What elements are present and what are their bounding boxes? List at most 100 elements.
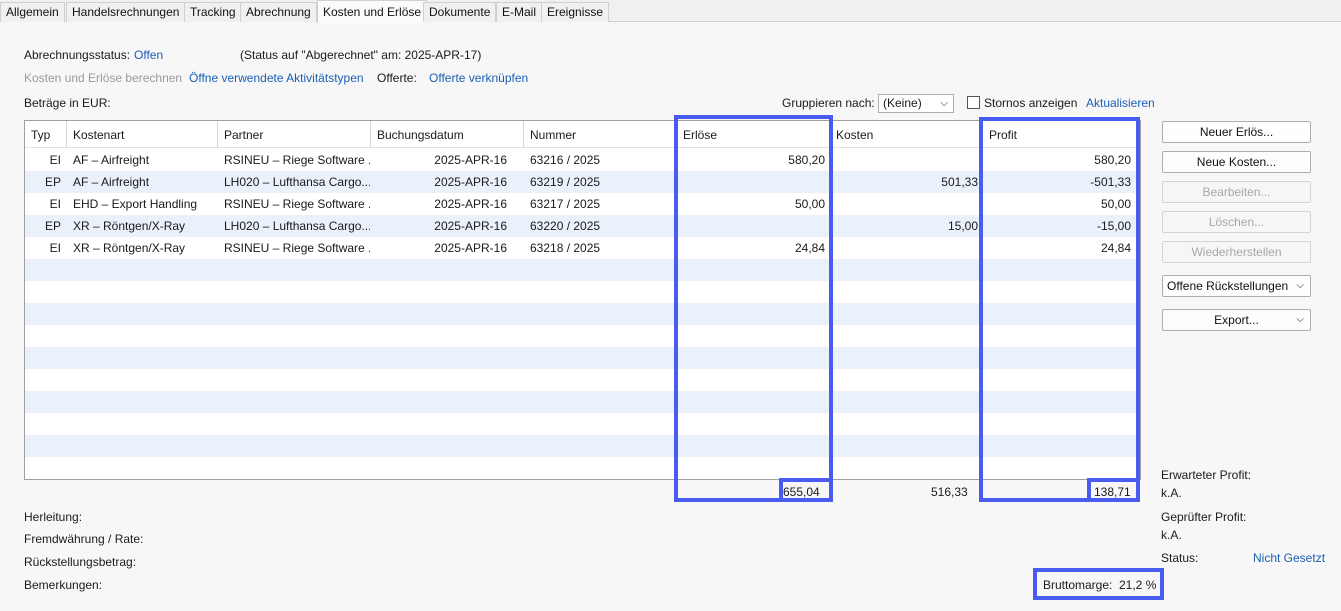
cell-partner: LH020 – Lufthansa Cargo...	[224, 219, 370, 233]
cell-kosten: 15,00	[947, 219, 978, 233]
cell-typ: EP	[44, 175, 61, 189]
tab-ereignisse[interactable]: Ereignisse	[541, 2, 610, 22]
cell-profit: 580,20	[1094, 153, 1131, 167]
profit-status-label: Status:	[1161, 551, 1199, 565]
expected-profit-label: Erwarteter Profit:	[1161, 468, 1252, 482]
col-typ[interactable]: Typ	[25, 121, 67, 148]
chevron-down-icon: ⌵	[940, 98, 948, 109]
cell-kostenart: AF – Airfreight	[73, 153, 150, 167]
table-row	[25, 435, 1140, 457]
cell-typ: EI	[49, 197, 61, 211]
checked-profit-value: k.A.	[1161, 528, 1182, 542]
cell-partner: RSINEU – Riege Software ...	[224, 197, 370, 211]
herleitung-label: Herleitung:	[24, 510, 83, 524]
cell-typ: EI	[49, 153, 61, 167]
status-note: (Status auf "Abgerechnet" am: 2025-APR-1…	[240, 48, 482, 62]
cell-kostenart: EHD – Export Handling	[73, 197, 198, 211]
cell-erloese: 24,84	[794, 241, 825, 255]
cell-typ: EP	[44, 219, 61, 233]
col-nummer[interactable]: Nummer	[524, 121, 677, 148]
costs-revenue-table[interactable]: Typ Kostenart Partner Buchungsdatum Numm…	[24, 120, 1141, 480]
delete-button[interactable]: Löschen...	[1162, 211, 1311, 233]
cell-nummer: 63217 / 2025	[530, 197, 601, 211]
cell-kosten	[830, 149, 978, 171]
link-offer-link[interactable]: Offerte verknüpfen	[429, 71, 528, 85]
col-kosten[interactable]: Kosten	[830, 121, 983, 148]
tab-dokumente[interactable]: Dokumente	[423, 2, 497, 22]
activity-types-link[interactable]: Öffne verwendete Aktivitätstypen	[189, 71, 364, 85]
tab-tracking[interactable]: Tracking	[184, 2, 242, 22]
tab-kosten-und-erloese[interactable]: Kosten und Erlöse	[317, 0, 428, 23]
cell-nummer: 63218 / 2025	[530, 241, 601, 255]
tab-bar: Allgemein Handelsrechnungen Tracking Abr…	[0, 0, 1341, 23]
cell-partner: RSINEU – Riege Software ...	[224, 241, 370, 255]
table-row	[25, 325, 1140, 347]
table-row[interactable]: EP AF – Airfreight LH020 – Lufthansa Cargo…	[25, 171, 1140, 193]
table-row	[25, 369, 1140, 391]
cell-kosten	[830, 237, 978, 259]
total-kosten: 516,33	[931, 485, 968, 499]
table-header: Typ Kostenart Partner Buchungsdatum Numm…	[25, 121, 1140, 148]
cell-datum: 2025-APR-16	[434, 219, 507, 233]
export-label: Export...	[1214, 313, 1259, 327]
cell-typ: EI	[49, 241, 61, 255]
storno-label: Stornos anzeigen	[984, 96, 1078, 110]
table-row[interactable]: EI AF – Airfreight RSINEU – Riege Software…	[25, 149, 1140, 171]
status-value-link[interactable]: Offen	[134, 48, 163, 62]
cell-profit: -15,00	[1096, 219, 1131, 233]
table-row[interactable]: EI XR – Röntgen/X-Ray RSINEU – Riege Softw…	[25, 237, 1140, 259]
profit-status-link[interactable]: Nicht Gesetzt	[1253, 551, 1325, 565]
cell-kostenart: AF – Airfreight	[73, 175, 150, 189]
cell-kostenart: XR – Röntgen/X-Ray	[73, 241, 186, 255]
cell-kostenart: XR – Röntgen/X-Ray	[73, 219, 186, 233]
cell-erloese: 50,00	[794, 197, 825, 211]
col-buchungsdatum[interactable]: Buchungsdatum	[371, 121, 524, 148]
status-label: Abrechnungsstatus:	[24, 48, 131, 62]
checked-profit-label: Geprüfter Profit:	[1161, 510, 1247, 524]
open-provisions-dropdown[interactable]: Offene Rückstellungen ⌵	[1162, 275, 1311, 297]
total-profit: 138,71	[1094, 485, 1131, 499]
bruttomarge-value: 21,2 %	[1119, 578, 1157, 592]
tab-email[interactable]: E-Mail	[496, 2, 543, 22]
total-erloese: 655,04	[783, 485, 820, 499]
new-costs-button[interactable]: Neue Kosten...	[1162, 151, 1311, 173]
col-erloese[interactable]: Erlöse	[677, 121, 830, 148]
restore-button[interactable]: Wiederherstellen	[1162, 241, 1311, 263]
new-revenue-button[interactable]: Neuer Erlös...	[1162, 121, 1311, 143]
tab-abrechnung[interactable]: Abrechnung	[240, 2, 317, 22]
expected-profit-value: k.A.	[1161, 486, 1182, 500]
offer-label: Offerte:	[377, 71, 417, 85]
cell-datum: 2025-APR-16	[434, 153, 507, 167]
calc-costs-link[interactable]: Kosten und Erlöse berechnen	[24, 71, 182, 85]
cell-nummer: 63216 / 2025	[530, 153, 601, 167]
amounts-label: Beträge in EUR:	[24, 96, 111, 110]
edit-button[interactable]: Bearbeiten...	[1162, 181, 1311, 203]
refresh-link[interactable]: Aktualisieren	[1086, 96, 1155, 110]
storno-checkbox[interactable]	[967, 96, 980, 109]
col-kostenart[interactable]: Kostenart	[67, 121, 218, 148]
table-row	[25, 259, 1140, 281]
cell-partner: LH020 – Lufthansa Cargo...	[224, 175, 370, 189]
group-by-value: (Keine)	[883, 96, 922, 110]
tab-handelsrechnungen[interactable]: Handelsrechnungen	[66, 2, 186, 22]
col-profit[interactable]: Profit	[983, 121, 1138, 148]
cell-nummer: 63219 / 2025	[530, 175, 601, 189]
chevron-down-icon: ⌵	[1296, 314, 1304, 325]
cell-datum: 2025-APR-16	[434, 175, 507, 189]
col-partner[interactable]: Partner	[218, 121, 371, 148]
cell-erloese	[677, 171, 825, 193]
table-row	[25, 347, 1140, 369]
export-dropdown[interactable]: Export... ⌵	[1162, 309, 1311, 331]
group-by-select[interactable]: (Keine) ⌵	[878, 94, 954, 113]
table-row	[25, 303, 1140, 325]
table-row[interactable]: EP XR – Röntgen/X-Ray LH020 – Lufthansa Ca…	[25, 215, 1140, 237]
fremdwaehrung-label: Fremdwährung / Rate:	[24, 532, 144, 546]
tab-allgemein[interactable]: Allgemein	[0, 2, 65, 22]
cell-kosten: 501,33	[941, 175, 978, 189]
rueckstellung-label: Rückstellungsbetrag:	[24, 555, 137, 569]
table-row[interactable]: EI EHD – Export Handling RSINEU – Riege So…	[25, 193, 1140, 215]
cell-profit: -501,33	[1090, 175, 1131, 189]
cell-datum: 2025-APR-16	[434, 241, 507, 255]
cell-datum: 2025-APR-16	[434, 197, 507, 211]
table-row	[25, 413, 1140, 435]
